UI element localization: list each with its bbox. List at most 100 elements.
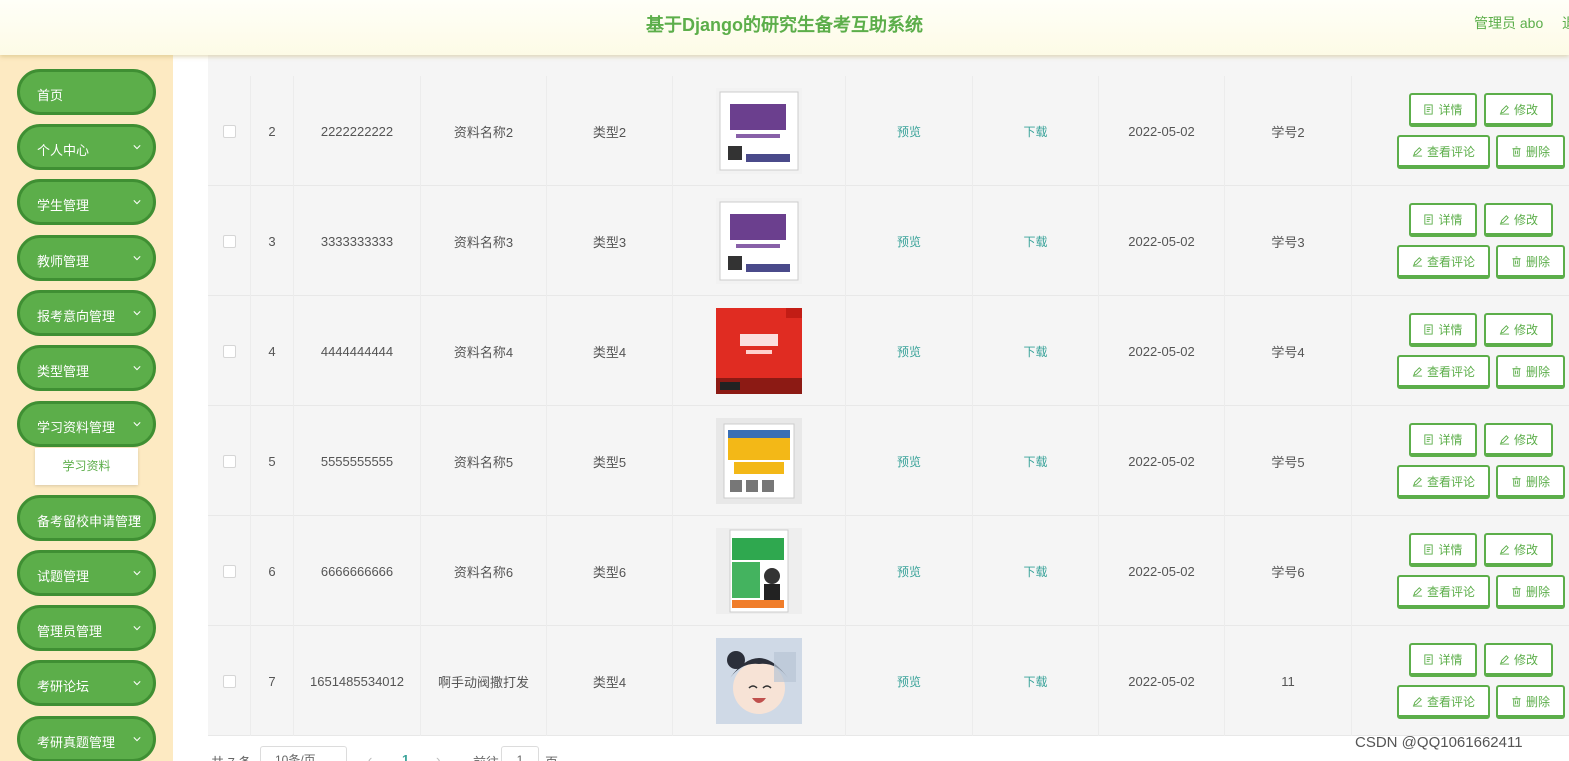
sidebar-item-11[interactable]: 考研真题管理 [17,716,156,761]
download-link[interactable]: 下载 [1023,123,1047,140]
download-link[interactable]: 下载 [1023,673,1047,690]
view-comments-button[interactable]: 查看评论 [1397,465,1490,499]
download-link[interactable]: 下载 [1023,233,1047,250]
preview-link[interactable]: 预览 [897,453,921,470]
sidebar-item-7[interactable]: 备考留校申请管理 [17,495,156,541]
col-cover [673,186,846,296]
col-code: 5555555555 [294,406,421,516]
col-index: 3 [251,186,294,296]
delete-button[interactable]: 删除 [1496,135,1565,169]
trash-icon [1512,145,1521,157]
logout-link[interactable]: 退 [1562,13,1569,33]
view-comments-label: 查看评论 [1426,254,1475,269]
cell-name: 资料名称5 [453,454,514,470]
sidebar-item-10[interactable]: 考研论坛 [17,660,156,706]
detail-button[interactable]: 详情 [1409,643,1477,677]
row-checkbox[interactable] [222,674,236,688]
delete-button[interactable]: 删除 [1496,685,1565,719]
view-comments-button[interactable]: 查看评论 [1397,685,1490,719]
row-checkbox[interactable] [222,234,236,248]
download-link[interactable]: 下载 [1023,453,1047,470]
detail-button[interactable]: 详情 [1409,203,1477,237]
cell-index: 3 [268,233,276,249]
sidebar-item-1[interactable]: 个人中心 [17,124,156,170]
view-comments-button[interactable]: 查看评论 [1397,135,1490,169]
current-user[interactable]: 管理员 abo [1474,13,1543,33]
row-checkbox[interactable] [222,344,236,358]
detail-button[interactable]: 详情 [1409,423,1477,457]
view-comments-label: 查看评论 [1426,694,1475,709]
main-content: 2 2222222222 资料名称2 类型2 预览 下载 2022-05-02 学号2 详情 修改… [173,0,1569,761]
edit-label: 修改 [1513,542,1538,557]
sidebar: 首页个人中心学生管理教师管理报考意向管理类型管理学习资料管理 备考留校申请管理 试题… [0,55,173,761]
preview-link[interactable]: 预览 [897,343,921,360]
col-download: 下载 [973,76,1099,186]
sidebar-item-9[interactable]: 管理员管理 [17,605,156,651]
view-comments-button[interactable]: 查看评论 [1397,245,1490,279]
sidebar-item-label: 报考意向管理 [37,309,116,324]
material-cover-image[interactable] [716,88,802,174]
edit-button[interactable]: 修改 [1484,533,1553,567]
delete-button[interactable]: 删除 [1496,465,1565,499]
sidebar-subitem-study-material[interactable]: 学习资料 [35,448,138,485]
view-comments-button[interactable]: 查看评论 [1397,355,1490,389]
detail-button[interactable]: 详情 [1409,93,1477,127]
watermark: CSDN @QQ1061662411 [1355,734,1523,751]
edit-button[interactable]: 修改 [1484,313,1553,347]
edit-icon [1499,654,1510,665]
material-cover-image[interactable] [716,418,802,504]
current-page[interactable]: 1 [402,752,409,761]
cell-code: 4444444444 [320,343,394,359]
sidebar-item-8[interactable]: 试题管理 [17,550,156,596]
delete-button[interactable]: 删除 [1496,245,1565,279]
detail-button[interactable]: 详情 [1409,313,1477,347]
preview-link[interactable]: 预览 [897,673,921,690]
material-cover-image[interactable] [716,528,802,614]
cell-date: 2022-05-02 [1128,343,1195,359]
sidebar-item-5[interactable]: 类型管理 [17,345,156,391]
next-page-button[interactable]: › [436,752,440,761]
edit-icon [1499,324,1510,335]
download-link[interactable]: 下载 [1023,343,1047,360]
preview-link[interactable]: 预览 [897,233,921,250]
material-cover-image[interactable] [716,308,802,394]
sidebar-item-0[interactable]: 首页 [17,69,156,115]
detail-label: 详情 [1438,432,1463,447]
sidebar-item-4[interactable]: 报考意向管理 [17,290,156,336]
document-icon [1424,213,1434,225]
delete-button[interactable]: 删除 [1496,355,1565,389]
sidebar-item-2[interactable]: 学生管理 [17,179,156,225]
col-preview: 预览 [846,626,973,736]
material-cover-image[interactable] [716,638,802,724]
sidebar-item-label: 考研真题管理 [37,735,116,750]
col-download: 下载 [973,516,1099,626]
chevron-down-icon [133,516,141,521]
chevron-down-icon [133,737,141,742]
goto-label: 前往 [473,752,499,761]
cell-type: 类型2 [592,124,627,140]
col-cb [208,186,251,296]
sidebar-item-3[interactable]: 教师管理 [17,235,156,281]
edit-button[interactable]: 修改 [1484,643,1553,677]
edit-button[interactable]: 修改 [1484,203,1553,237]
row-checkbox[interactable] [222,454,236,468]
col-type: 类型5 [547,406,673,516]
edit-label: 修改 [1513,102,1538,117]
detail-button[interactable]: 详情 [1409,533,1477,567]
row-checkbox[interactable] [222,124,236,138]
edit-button[interactable]: 修改 [1484,93,1553,127]
cell-date: 2022-05-02 [1128,563,1195,579]
material-cover-image[interactable] [716,198,802,284]
row-checkbox[interactable] [222,564,236,578]
download-link[interactable]: 下载 [1023,563,1047,580]
page-input[interactable]: 1 [501,746,539,761]
edit-button[interactable]: 修改 [1484,423,1553,457]
table-row: 6 6666666666 资料名称6 类型6 预览 下载 2022-05-02 学号6 详情 修改… [208,516,1569,626]
view-comments-button[interactable]: 查看评论 [1397,575,1490,609]
sidebar-item-6[interactable]: 学习资料管理 [17,401,156,447]
page-size-select[interactable]: 10条/页 [260,746,347,761]
prev-page-button[interactable]: ‹ [368,752,372,761]
delete-button[interactable]: 删除 [1496,575,1565,609]
preview-link[interactable]: 预览 [897,563,921,580]
preview-link[interactable]: 预览 [897,123,921,140]
